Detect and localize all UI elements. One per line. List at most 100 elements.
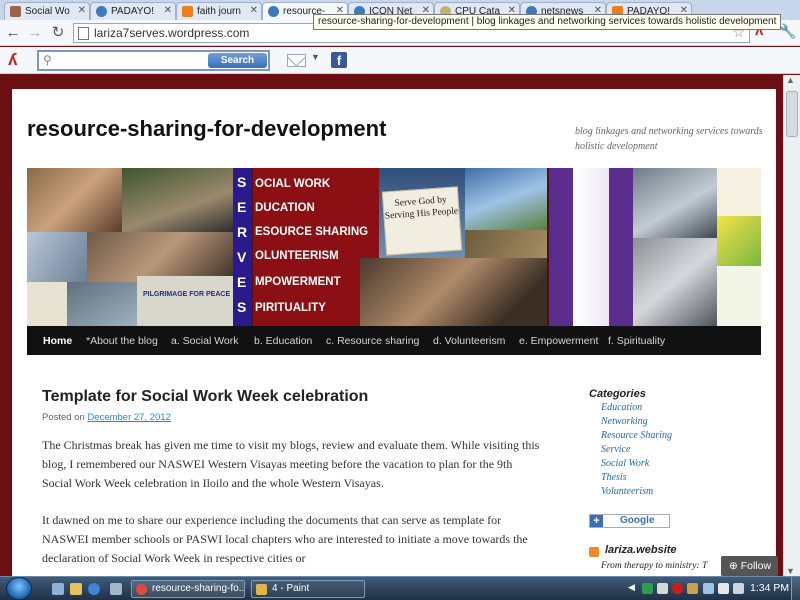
menu-item-volunteerism[interactable]: d. Volunteerism xyxy=(433,335,505,347)
banner-photo xyxy=(122,168,233,232)
banner-photo xyxy=(360,258,547,326)
menu-item-home[interactable]: Home xyxy=(43,335,72,347)
photo-favicon-icon xyxy=(10,6,21,17)
switch-windows-icon[interactable] xyxy=(110,583,122,595)
add-to-google-button[interactable]: + Google xyxy=(589,514,670,528)
wrench-menu-icon[interactable]: 🔧 xyxy=(779,23,796,40)
post-paragraph: It dawned on me to share our experience … xyxy=(42,513,528,565)
scroll-down-arrow-icon[interactable]: ▼ xyxy=(786,566,795,576)
banner-sign: Serve God by Serving His People xyxy=(381,186,463,256)
tab-padayo[interactable]: PADAYO! ✕ xyxy=(90,2,176,20)
acronym-letter: E xyxy=(237,274,247,290)
taskbar-item-chrome[interactable]: resource-sharing-fo... xyxy=(131,580,245,598)
banner-photo xyxy=(27,232,87,282)
site-title[interactable]: resource-sharing-for-development xyxy=(27,116,386,142)
banner-photo xyxy=(465,230,547,258)
banner-logo xyxy=(717,168,761,216)
scroll-up-arrow-icon[interactable]: ▲ xyxy=(786,75,795,85)
avira-logo-icon[interactable]: ʎ xyxy=(8,50,17,70)
toolbar-search-field[interactable]: ⚲ Search xyxy=(37,50,270,71)
back-arrow-icon[interactable]: ← xyxy=(4,24,22,42)
start-button-icon[interactable] xyxy=(6,577,32,600)
mail-icon[interactable] xyxy=(287,54,306,67)
posted-on-label: Posted on xyxy=(42,412,85,423)
rss-item-link[interactable]: From therapy to ministry: T xyxy=(601,561,707,571)
volume-icon[interactable] xyxy=(733,583,744,594)
tab-faith-journey[interactable]: faith journ ✕ xyxy=(176,2,262,20)
vertical-scrollbar[interactable]: ▲ ▼ xyxy=(783,75,800,576)
show-desktop-button[interactable] xyxy=(791,577,800,600)
acronym-word: DUCATION xyxy=(255,202,315,214)
banner-photo xyxy=(27,168,122,232)
close-icon[interactable]: ✕ xyxy=(164,5,172,16)
tray-expand-icon[interactable]: ◀ xyxy=(628,582,639,593)
blogger-icon xyxy=(182,6,193,17)
follow-button[interactable]: ⊕ Follow xyxy=(721,556,778,576)
category-link[interactable]: Social Work xyxy=(601,457,672,471)
tab-label: faith journ xyxy=(197,6,241,17)
category-link[interactable]: Volunteerism xyxy=(601,485,672,499)
post-title[interactable]: Template for Social Work Week celebratio… xyxy=(42,388,368,406)
category-link[interactable]: Resource Sharing xyxy=(601,429,672,443)
acronym-word: PIRITUALITY xyxy=(255,302,326,314)
explorer-icon[interactable] xyxy=(70,583,82,595)
follow-label: Follow xyxy=(740,560,772,572)
internet-explorer-icon[interactable] xyxy=(88,583,100,595)
menu-item-spirituality[interactable]: f. Spirituality xyxy=(608,335,665,347)
tray-icon[interactable] xyxy=(657,583,668,594)
chrome-icon xyxy=(136,584,147,595)
post-meta: Posted on December 27, 2012 xyxy=(42,412,171,423)
forward-arrow-icon[interactable]: → xyxy=(26,24,44,42)
acronym-letter: S xyxy=(237,299,247,315)
chevron-down-icon[interactable]: ▼ xyxy=(311,52,320,62)
search-button[interactable]: Search xyxy=(208,53,267,68)
facebook-icon[interactable]: f xyxy=(331,52,347,68)
menu-item-empowerment[interactable]: e. Empowerment xyxy=(519,335,598,347)
category-link[interactable]: Thesis xyxy=(601,471,672,485)
banner-photo xyxy=(27,282,67,326)
menu-item-about[interactable]: *About the blog xyxy=(86,335,158,347)
category-link[interactable]: Service xyxy=(601,443,672,457)
banner-band xyxy=(609,168,633,326)
antivirus-tray-icon[interactable] xyxy=(672,583,683,594)
google-button-label: Google xyxy=(620,515,655,526)
taskbar-item-paint[interactable]: 4 - Paint xyxy=(251,580,365,598)
acronym-word: MPOWERMENT xyxy=(255,276,341,288)
banner-panel xyxy=(573,168,609,326)
rss-widget-title[interactable]: lariza.website xyxy=(605,544,677,556)
show-desktop-icon[interactable] xyxy=(52,583,64,595)
header-banner[interactable]: PILGRIMAGE FOR PEACE S E R V E S OCIAL W… xyxy=(27,168,761,326)
taskbar-clock[interactable]: 1:34 PM xyxy=(750,582,789,594)
category-link[interactable]: Education xyxy=(601,401,672,415)
tab-label: PADAYO! xyxy=(111,6,154,17)
network-icon[interactable] xyxy=(703,583,714,594)
tab-social-work[interactable]: Social Wo ✕ xyxy=(4,2,90,20)
banner-caption: PILGRIMAGE FOR PEACE xyxy=(143,291,231,298)
search-icon: ⚲ xyxy=(43,53,52,67)
flag-icon[interactable] xyxy=(718,583,729,594)
reload-icon[interactable]: ↻ xyxy=(49,24,67,42)
task-label: 4 - Paint xyxy=(272,583,310,594)
post-date-link[interactable]: December 27, 2012 xyxy=(87,412,170,423)
task-label: resource-sharing-fo... xyxy=(152,583,245,594)
menu-item-resource-sharing[interactable]: c. Resource sharing xyxy=(326,335,419,347)
menu-item-education[interactable]: b. Education xyxy=(254,335,312,347)
close-icon[interactable]: ✕ xyxy=(78,5,86,16)
tray-icon[interactable] xyxy=(687,583,698,594)
acronym-word: ESOURCE SHARING xyxy=(255,226,369,238)
menu-item-social-work[interactable]: a. Social Work xyxy=(171,335,239,347)
acronym-letter: S xyxy=(237,174,247,190)
categories-title: Categories xyxy=(589,388,646,400)
rss-icon[interactable] xyxy=(589,547,599,557)
categories-list: Education Networking Resource Sharing Se… xyxy=(601,401,672,499)
banner-logo xyxy=(717,266,761,326)
banner-photo: PILGRIMAGE FOR PEACE xyxy=(137,276,233,326)
post-paragraph: The Christmas break has given me time to… xyxy=(42,438,540,490)
scrollbar-thumb[interactable] xyxy=(786,91,798,137)
main-menu: Home *About the blog a. Social Work b. E… xyxy=(27,326,761,355)
tray-icon[interactable] xyxy=(642,583,653,594)
category-link[interactable]: Networking xyxy=(601,415,672,429)
acronym-letter: V xyxy=(237,249,247,265)
page-icon xyxy=(78,27,89,40)
close-icon[interactable]: ✕ xyxy=(250,5,258,16)
